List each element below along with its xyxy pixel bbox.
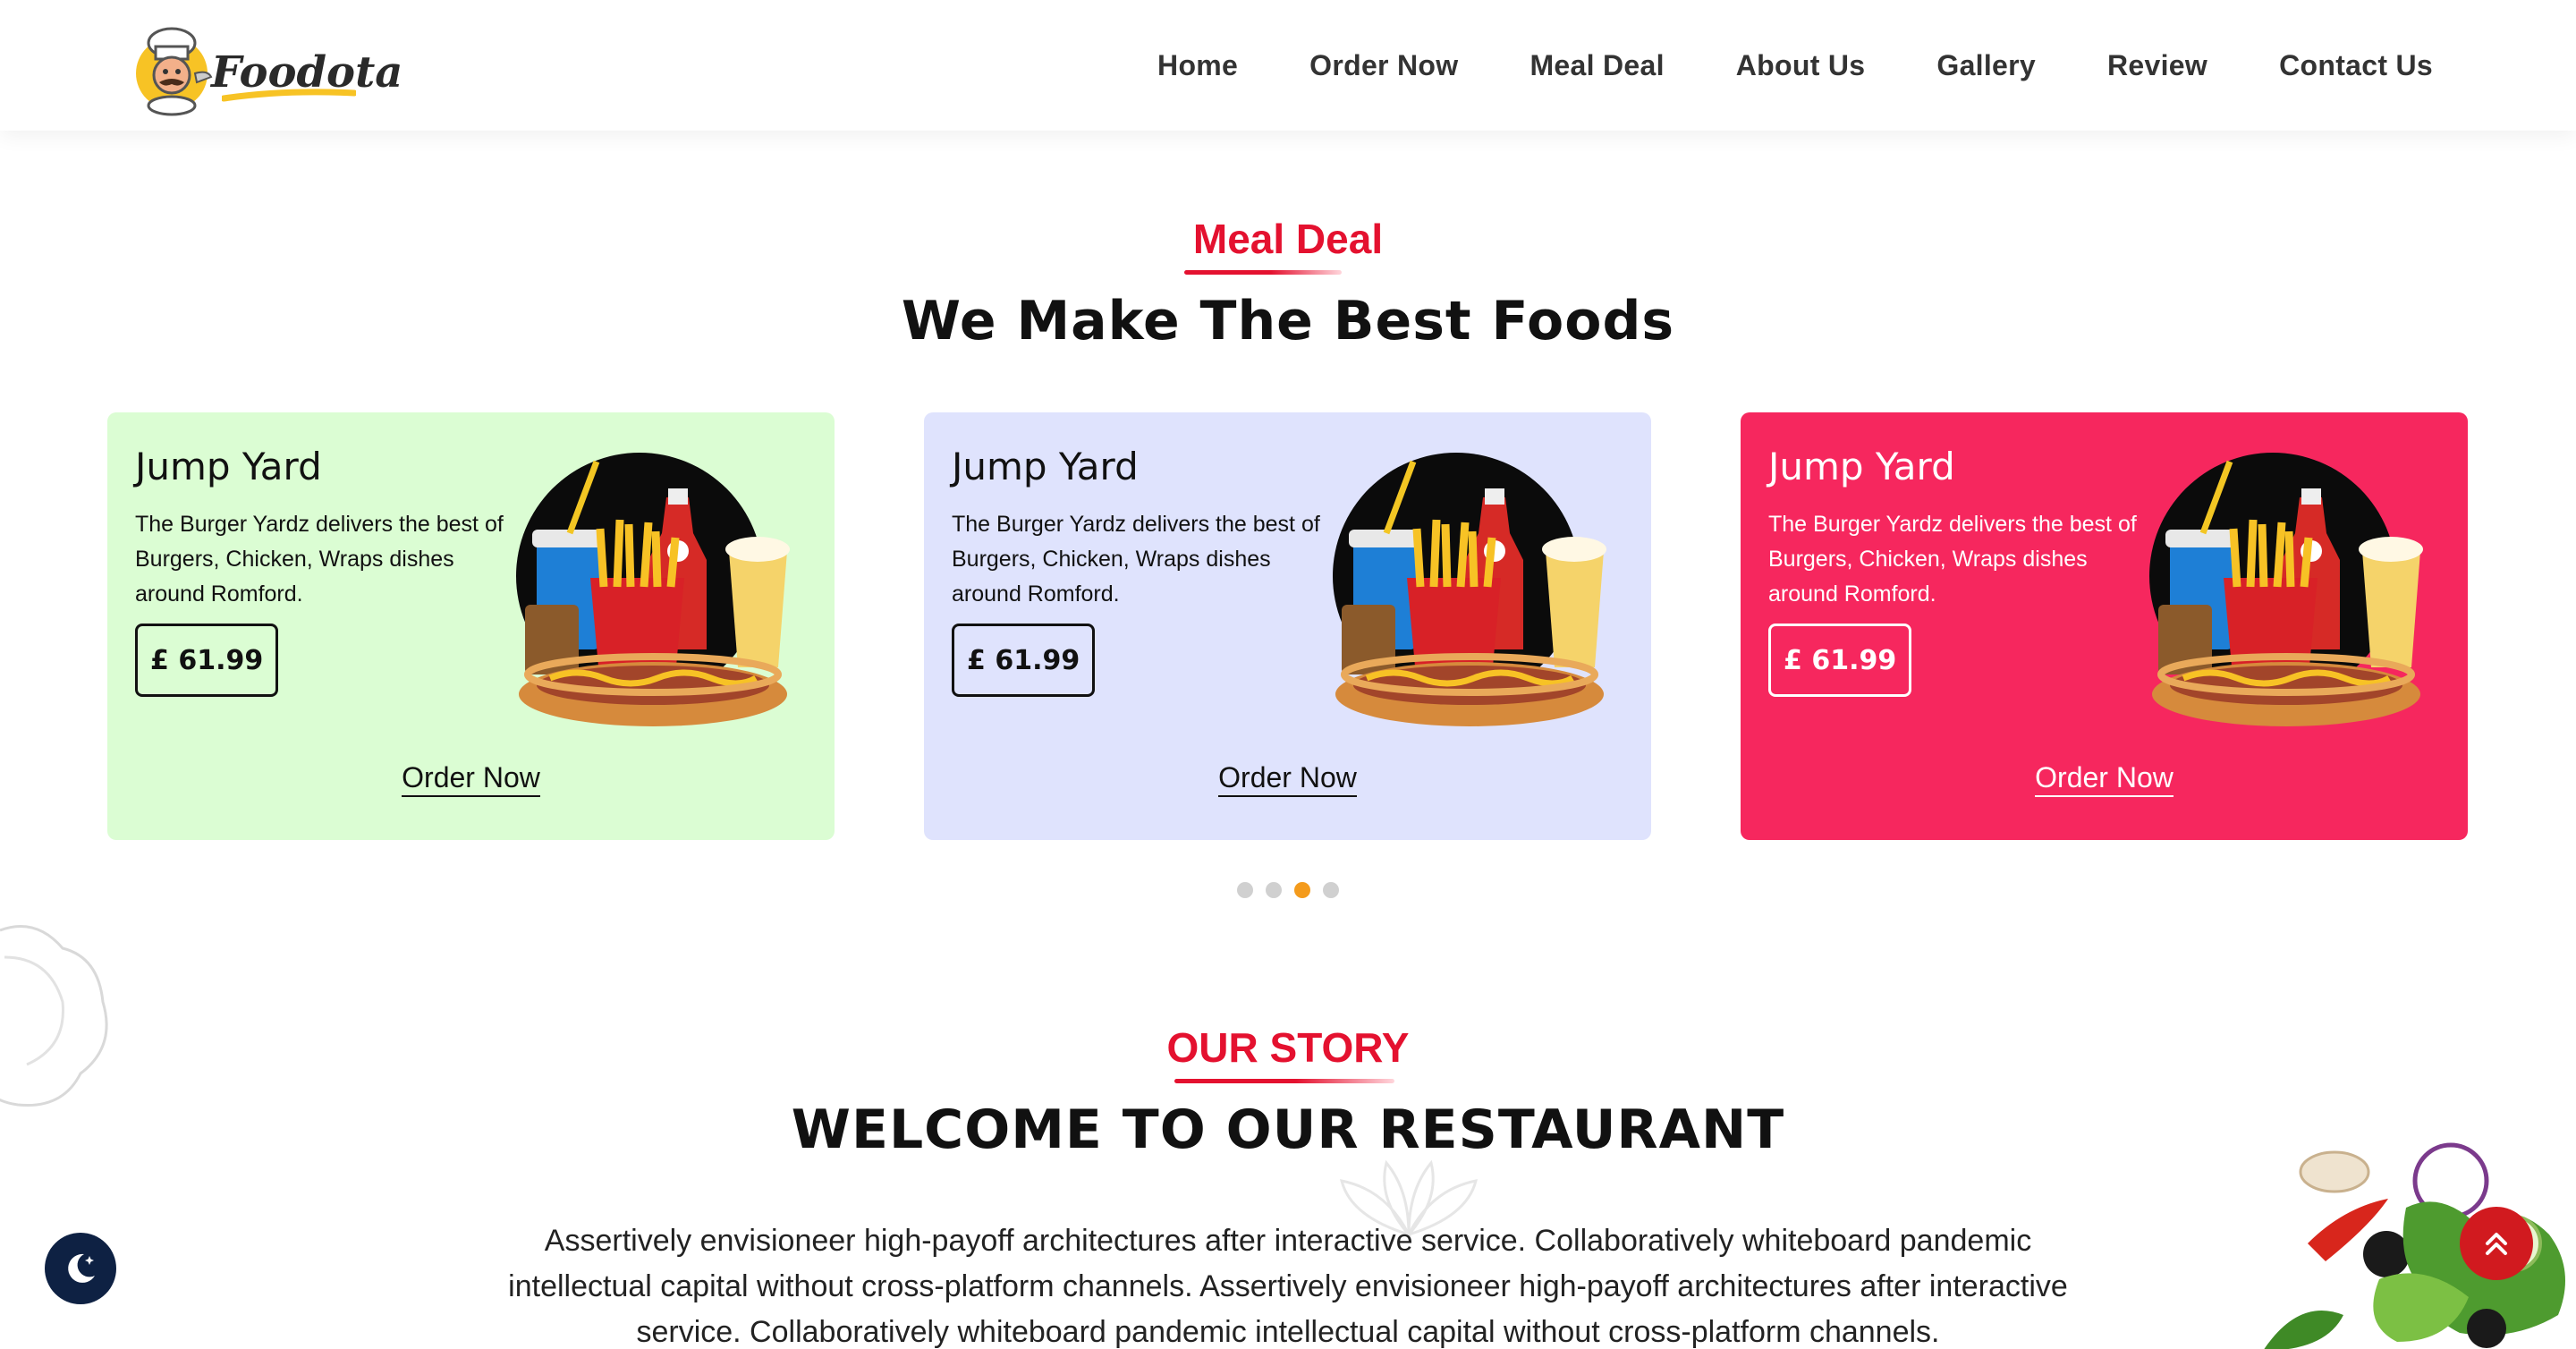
- dark-mode-toggle[interactable]: [45, 1233, 116, 1304]
- chef-mascot-icon: [136, 27, 213, 116]
- slider-dot[interactable]: [1237, 882, 1253, 898]
- story-title: WELCOME TO OUR RESTAURANT: [791, 1099, 1785, 1161]
- meal-deal-title: We Make The Best Foods: [901, 290, 1675, 352]
- meal-card: Jump Yard The Burger Yardz delivers the …: [924, 412, 1651, 840]
- card-title: Jump Yard: [1768, 445, 1955, 488]
- logo-swoosh: [222, 89, 356, 102]
- site-header: Foodota Home Order Now Meal Deal About U…: [0, 0, 2576, 131]
- slider-dot-active[interactable]: [1294, 882, 1310, 898]
- story-paragraph: Assertively envisioneer high-payoff arch…: [508, 1224, 2068, 1349]
- card-description: The Burger Yardz delivers the best of Bu…: [952, 512, 1320, 607]
- order-now-link-wrapper: Order Now: [924, 761, 1651, 797]
- meal-card: Jump Yard The Burger Yardz delivers the …: [107, 412, 835, 840]
- nav-contact-us[interactable]: Contact Us: [2279, 49, 2433, 82]
- nav-about-us[interactable]: About Us: [1736, 49, 1866, 82]
- meal-combo-image: [516, 453, 790, 726]
- nav-order-now[interactable]: Order Now: [1309, 49, 1458, 82]
- slider-pagination: [1237, 882, 1339, 898]
- nav-home[interactable]: Home: [1157, 49, 1238, 82]
- subtitle-underline: [1184, 270, 1342, 275]
- meal-combo-image: [2149, 453, 2423, 726]
- price-badge: £ 61.99: [1768, 624, 1912, 697]
- card-description: The Burger Yardz delivers the best of Bu…: [135, 512, 504, 607]
- double-chevron-up-icon: [2486, 1233, 2507, 1255]
- order-now-link[interactable]: Order Now: [2035, 761, 2174, 797]
- card-title: Jump Yard: [135, 445, 322, 488]
- order-now-link[interactable]: Order Now: [402, 761, 540, 797]
- price-badge: £ 61.99: [135, 624, 279, 697]
- card-title: Jump Yard: [952, 445, 1139, 488]
- decorative-outline-left: [0, 925, 108, 1107]
- scroll-to-top-button[interactable]: [2460, 1207, 2533, 1280]
- main-nav: Home Order Now Meal Deal About Us Galler…: [1086, 0, 2433, 131]
- story-subtitle: OUR STORY: [1166, 1024, 1410, 1071]
- nav-meal-deal[interactable]: Meal Deal: [1530, 49, 1664, 82]
- slider-dot[interactable]: [1323, 882, 1339, 898]
- slider-dot[interactable]: [1266, 882, 1282, 898]
- card-description: The Burger Yardz delivers the best of Bu…: [1768, 512, 2137, 607]
- moon-stars-icon: [68, 1253, 95, 1283]
- order-now-link[interactable]: Order Now: [1218, 761, 1357, 797]
- price-badge: £ 61.99: [952, 624, 1096, 697]
- order-now-link-wrapper: Order Now: [107, 761, 835, 797]
- logo[interactable]: Foodota: [125, 20, 402, 118]
- order-now-link-wrapper: Order Now: [1741, 761, 2468, 797]
- meal-deal-subtitle: Meal Deal: [1192, 216, 1384, 262]
- nav-gallery[interactable]: Gallery: [1936, 49, 2036, 82]
- meal-card: Jump Yard The Burger Yardz delivers the …: [1741, 412, 2468, 840]
- nav-review[interactable]: Review: [2107, 49, 2207, 82]
- meal-combo-image: [1333, 453, 1606, 726]
- subtitle-underline: [1174, 1079, 1394, 1083]
